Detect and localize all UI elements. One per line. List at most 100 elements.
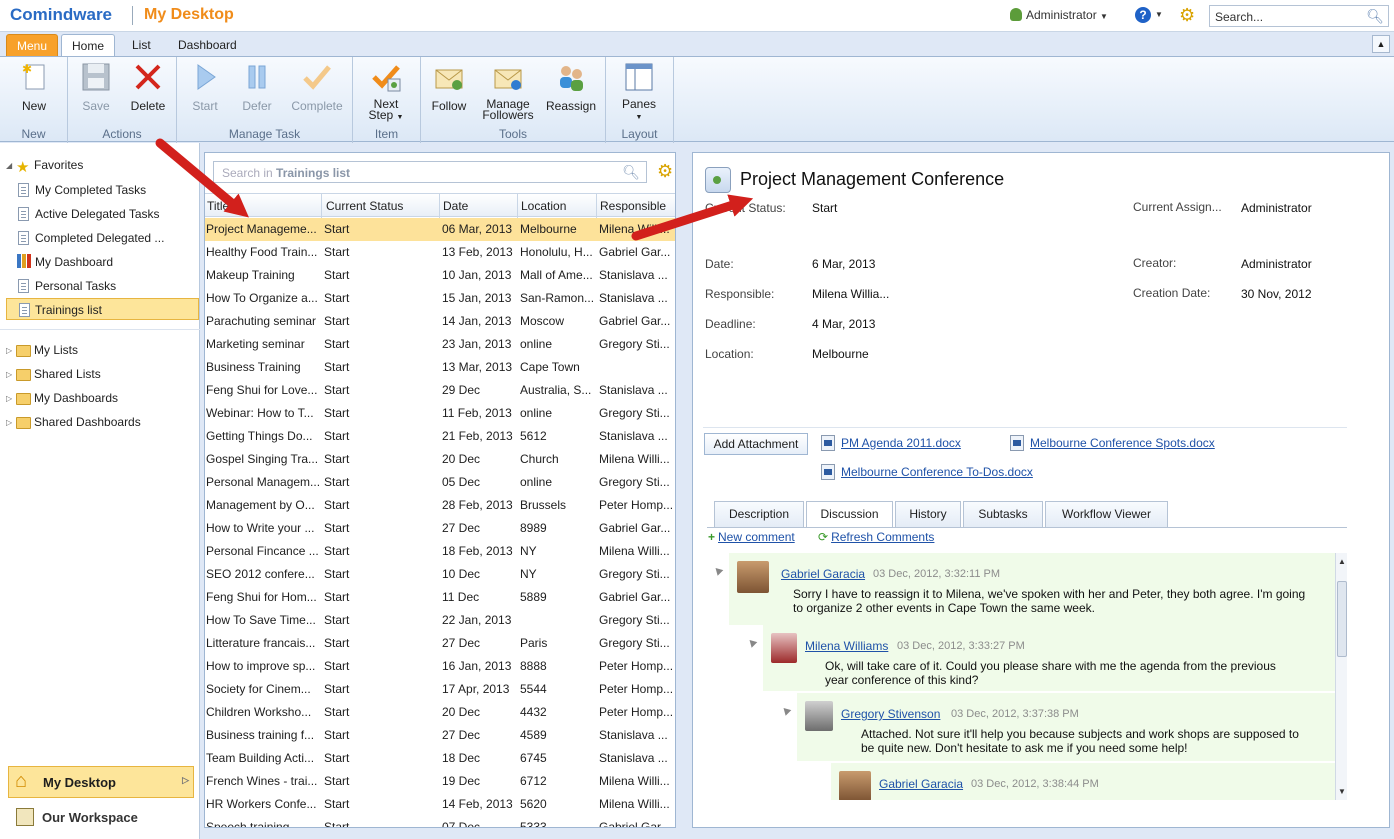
- tab-description[interactable]: Description: [714, 501, 804, 527]
- reassign-button[interactable]: Reassign: [541, 61, 601, 113]
- sidebar-item-active-delegated-tasks[interactable]: Active Delegated Tasks: [16, 203, 198, 225]
- favorites-header[interactable]: ◢ ★ Favorites: [6, 158, 83, 178]
- table-row[interactable]: Business training f... Start 27 Dec 4589 Sta…: [205, 724, 675, 747]
- field-value-deadline[interactable]: 4 Mar, 2013: [812, 317, 875, 331]
- attachment-link[interactable]: Melbourne Conference To-Dos.docx: [821, 464, 1033, 480]
- sidebar-section-my-lists[interactable]: ▷ My Lists: [6, 343, 78, 363]
- tab-workflow-viewer[interactable]: Workflow Viewer: [1045, 501, 1168, 527]
- expand-triangle-icon[interactable]: ▷: [6, 418, 12, 427]
- table-row[interactable]: How To Organize a... Start 15 Jan, 2013 San…: [205, 287, 675, 310]
- sidebar-item-personal-tasks[interactable]: Personal Tasks: [16, 275, 198, 297]
- complete-button[interactable]: Complete: [287, 61, 347, 113]
- delete-button[interactable]: Delete: [120, 61, 176, 113]
- scroll-up-icon[interactable]: ▲: [1338, 557, 1346, 566]
- refresh-comments-link[interactable]: ⟳ Refresh Comments: [818, 530, 934, 544]
- sidebar-section-shared-lists[interactable]: ▷ Shared Lists: [6, 367, 101, 387]
- gear-icon[interactable]: ⚙: [1179, 6, 1195, 24]
- sidebar-section-shared-dashboards[interactable]: ▷ Shared Dashboards: [6, 415, 141, 435]
- sidebar-item-my-dashboard[interactable]: My Dashboard: [16, 251, 198, 273]
- sidebar-section-my-dashboards[interactable]: ▷ My Dashboards: [6, 391, 118, 411]
- table-row[interactable]: Project Manageme... Start 06 Mar, 2013 Melb…: [205, 218, 675, 241]
- sidebar-item-my-completed-tasks[interactable]: My Completed Tasks: [16, 179, 198, 201]
- comment-author[interactable]: Gregory Stivenson: [841, 707, 940, 721]
- search-icon[interactable]: 🔍︎: [1366, 8, 1384, 25]
- sidebar-item-completed-delegated[interactable]: Completed Delegated ...: [16, 227, 198, 249]
- collapse-ribbon-button[interactable]: ▲: [1372, 35, 1390, 53]
- column-separator[interactable]: [439, 194, 440, 218]
- table-row[interactable]: Personal Fincance ... Start 18 Feb, 2013 NY…: [205, 540, 675, 563]
- table-row[interactable]: Speech training Start 07 Dec 5333 Gabriel Ga…: [205, 816, 675, 827]
- user-menu[interactable]: Administrator ▼: [1010, 8, 1108, 22]
- discussion-scrollbar[interactable]: ▲ ▼: [1335, 553, 1347, 800]
- table-row[interactable]: Business Training Start 13 Mar, 2013 Cape T…: [205, 356, 675, 379]
- collapse-triangle-icon[interactable]: [746, 637, 758, 648]
- field-value-status[interactable]: Start: [812, 201, 837, 215]
- collapse-triangle-icon[interactable]: [712, 565, 724, 576]
- chevron-right-icon[interactable]: ▷: [182, 775, 189, 786]
- defer-button[interactable]: Defer: [229, 61, 285, 113]
- table-row[interactable]: Getting Things Do... Start 21 Feb, 2013 561…: [205, 425, 675, 448]
- panes-button[interactable]: Panes ▼: [611, 61, 667, 123]
- column-header-title[interactable]: Title: [207, 199, 229, 213]
- my-desktop-button[interactable]: ⌂ My Desktop ▷: [8, 766, 194, 798]
- column-header-status[interactable]: Current Status: [326, 199, 403, 213]
- column-separator[interactable]: [517, 194, 518, 218]
- table-row[interactable]: Personal Managem... Start 05 Dec online Greg…: [205, 471, 675, 494]
- tab-menu[interactable]: Menu: [6, 34, 59, 56]
- tab-subtasks[interactable]: Subtasks: [963, 501, 1043, 527]
- follow-button[interactable]: Follow: [421, 61, 477, 113]
- table-row[interactable]: French Wines - trai... Start 19 Dec 6712 Mil…: [205, 770, 675, 793]
- table-row[interactable]: Litterature francais... Start 27 Dec Paris G…: [205, 632, 675, 655]
- tab-list[interactable]: List: [122, 34, 161, 56]
- table-row[interactable]: Children Worksho... Start 20 Dec 4432 Peter …: [205, 701, 675, 724]
- column-header-location[interactable]: Location: [521, 199, 566, 213]
- table-row[interactable]: Society for Cinem... Start 17 Apr, 2013 554…: [205, 678, 675, 701]
- table-row[interactable]: How to improve sp... Start 16 Jan, 2013 888…: [205, 655, 675, 678]
- table-row[interactable]: Webinar: How to T... Start 11 Feb, 2013 onl…: [205, 402, 675, 425]
- collapse-triangle-icon[interactable]: [780, 705, 792, 716]
- collapse-triangle-icon[interactable]: ◢: [6, 161, 12, 170]
- help-icon[interactable]: ?: [1135, 7, 1151, 23]
- list-search-input[interactable]: Search in Trainings list 🔍︎: [213, 161, 647, 183]
- sidebar-item-trainings-list[interactable]: Trainings list: [6, 298, 199, 320]
- comment-author[interactable]: Gabriel Garacia: [879, 777, 963, 791]
- search-icon[interactable]: 🔍︎: [622, 164, 640, 181]
- table-row[interactable]: Feng Shui for Love... Start 29 Dec Australi…: [205, 379, 675, 402]
- start-button[interactable]: Start: [177, 61, 233, 113]
- scrollbar-thumb[interactable]: [1337, 581, 1347, 657]
- gear-icon[interactable]: ⚙: [657, 162, 673, 180]
- table-row[interactable]: SEO 2012 confere... Start 10 Dec NY Gregory …: [205, 563, 675, 586]
- new-comment-link[interactable]: + New comment: [708, 530, 795, 544]
- app-logo[interactable]: Comindware: [10, 5, 112, 25]
- comment-author[interactable]: Gabriel Garacia: [781, 567, 865, 581]
- column-header-date[interactable]: Date: [443, 199, 468, 213]
- table-row[interactable]: How To Save Time... Start 22 Jan, 2013 Greg…: [205, 609, 675, 632]
- add-attachment-button[interactable]: Add Attachment: [704, 433, 808, 455]
- chevron-down-icon[interactable]: ▼: [1155, 10, 1163, 19]
- comment-author[interactable]: Milena Williams: [805, 639, 888, 653]
- field-value-assignee[interactable]: Administrator: [1241, 201, 1312, 215]
- attachment-link[interactable]: PM Agenda 2011.docx: [821, 435, 961, 451]
- column-separator[interactable]: [321, 194, 322, 218]
- tab-discussion[interactable]: Discussion: [806, 501, 893, 528]
- tab-home[interactable]: Home: [61, 34, 116, 56]
- table-row[interactable]: Marketing seminar Start 23 Jan, 2013 online…: [205, 333, 675, 356]
- next-step-button[interactable]: Next Step ▼: [358, 61, 414, 123]
- table-row[interactable]: Parachuting seminar Start 14 Jan, 2013 Mosc…: [205, 310, 675, 333]
- table-row[interactable]: Makeup Training Start 10 Jan, 2013 Mall of …: [205, 264, 675, 287]
- field-value-date[interactable]: 6 Mar, 2013: [812, 257, 875, 271]
- manage-followers-button[interactable]: Manage Followers: [478, 61, 538, 121]
- field-value-responsible[interactable]: Milena Willia...: [812, 287, 889, 301]
- attachment-link[interactable]: Melbourne Conference Spots.docx: [1010, 435, 1215, 451]
- table-row[interactable]: Management by O... Start 28 Feb, 2013 Bruss…: [205, 494, 675, 517]
- global-search-input[interactable]: Search... 🔍︎: [1209, 5, 1389, 27]
- expand-triangle-icon[interactable]: ▷: [6, 370, 12, 379]
- tab-dashboard[interactable]: Dashboard: [168, 34, 247, 56]
- tab-history[interactable]: History: [895, 501, 961, 527]
- column-header-responsible[interactable]: Responsible: [600, 199, 666, 213]
- field-value-location[interactable]: Melbourne: [812, 347, 869, 361]
- scroll-down-icon[interactable]: ▼: [1338, 787, 1346, 796]
- our-workspace-button[interactable]: Our Workspace: [8, 804, 194, 834]
- save-button[interactable]: Save: [68, 61, 124, 113]
- column-separator[interactable]: [596, 194, 597, 218]
